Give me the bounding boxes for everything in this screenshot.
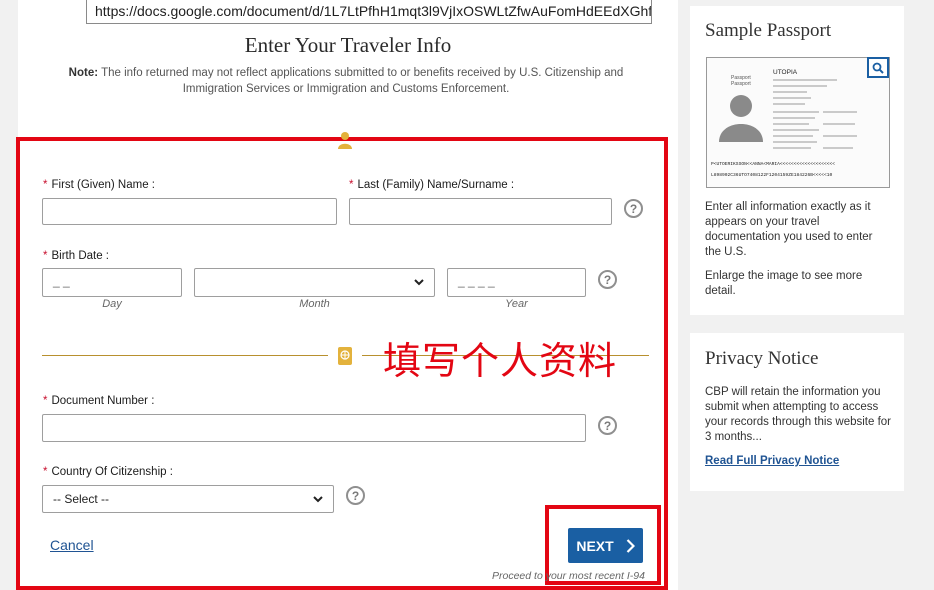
sample-passport-image[interactable]: Passport Passport UTOPIA P<UTOERIKSSON<<…	[706, 57, 890, 188]
mrz-line-2: L898902C36UTO7408122F1204159ZE184226B<<<…	[711, 172, 833, 178]
country-selected-value: -- Select --	[53, 492, 110, 506]
annotation-text: 填写个人资料	[383, 339, 618, 383]
month-caption: Month	[299, 298, 330, 310]
day-caption: Day	[102, 298, 122, 310]
passport-icon	[338, 347, 352, 365]
chevron-right-icon	[626, 538, 635, 553]
passport-word-2: Passport	[731, 81, 751, 87]
document-number-label-text: Document Number :	[51, 395, 155, 407]
required-marker: *	[43, 466, 48, 478]
first-name-input[interactable]	[42, 198, 337, 225]
next-button-label: NEXT	[576, 537, 614, 554]
last-name-input[interactable]	[349, 198, 612, 225]
next-button[interactable]: NEXT	[568, 528, 643, 563]
privacy-text: CBP will retain the information you subm…	[705, 386, 892, 443]
required-marker: *	[43, 179, 48, 191]
first-name-label-text: First (Given) Name :	[51, 179, 155, 191]
birth-day-input[interactable]: _ _	[42, 268, 182, 297]
sample-passport-title: Sample Passport	[705, 20, 832, 41]
magnifier-icon	[872, 62, 884, 74]
note-label: Note:	[68, 67, 99, 79]
required-marker: *	[43, 395, 48, 407]
person-icon	[338, 132, 352, 149]
country-label-text: Country Of Citizenship :	[51, 466, 173, 478]
passport-illustration: Passport Passport UTOPIA P<UTOERIKSSON<<…	[711, 69, 857, 178]
passport-country: UTOPIA	[773, 69, 798, 76]
name-help-icon[interactable]: ?	[624, 199, 643, 218]
zoom-button[interactable]	[867, 57, 889, 78]
page-title: Enter Your Traveler Info	[244, 33, 452, 57]
passport-text-lines	[773, 79, 857, 149]
privacy-link[interactable]: Read Full Privacy Notice	[705, 455, 839, 467]
chevron-down-icon	[414, 279, 424, 286]
country-label: * Country Of Citizenship :	[43, 466, 173, 478]
document-number-help-icon[interactable]: ?	[598, 416, 617, 435]
document-number-input[interactable]	[42, 414, 586, 442]
required-marker: *	[43, 250, 48, 262]
birth-date-label: * Birth Date :	[43, 250, 109, 262]
country-help-icon[interactable]: ?	[346, 486, 365, 505]
birth-date-help-icon[interactable]: ?	[598, 270, 617, 289]
document-number-label: * Document Number :	[43, 395, 154, 407]
url-tooltip: https://docs.google.com/document/d/1L7Lt…	[86, 0, 652, 24]
passport-instructions: Enter all information exactly as it appe…	[705, 201, 873, 258]
birth-date-label-text: Birth Date :	[51, 250, 110, 262]
passport-photo	[719, 95, 763, 142]
last-name-label: * Last (Family) Name/Surname :	[349, 179, 514, 191]
chevron-down-icon	[313, 495, 323, 502]
privacy-title: Privacy Notice	[705, 348, 819, 369]
birth-year-input[interactable]: _ _ _ _	[447, 268, 586, 297]
mrz-line-1: P<UTOERIKSSON<<ANNA<MARIA<<<<<<<<<<<<<<<…	[711, 161, 835, 167]
country-select[interactable]: -- Select --	[42, 485, 334, 513]
disclaimer-note: Note: The info returned may not reflect …	[50, 65, 642, 97]
enlarge-hint: Enlarge the image to see more detail.	[705, 270, 863, 297]
last-name-label-text: Last (Family) Name/Surname :	[357, 179, 515, 191]
birth-month-select[interactable]	[194, 268, 435, 297]
required-marker: *	[349, 179, 354, 191]
year-caption: Year	[505, 298, 528, 310]
cancel-link[interactable]: Cancel	[50, 537, 94, 553]
proceed-note: Proceed to your most recent I-94	[492, 570, 645, 582]
first-name-label: * First (Given) Name :	[43, 179, 155, 191]
note-text: The info returned may not reflect applic…	[101, 67, 624, 95]
section-divider-left	[42, 355, 328, 356]
